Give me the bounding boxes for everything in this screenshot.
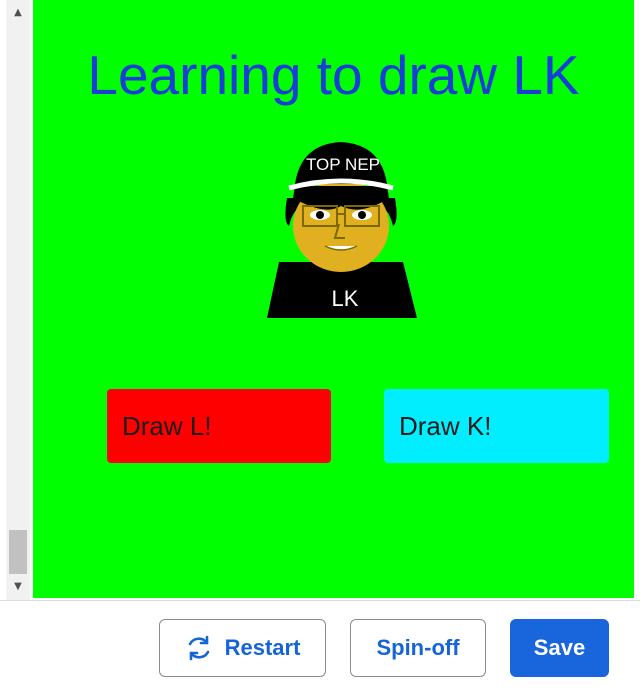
avatar-shirt-text: LK bbox=[332, 286, 359, 311]
draw-k-button[interactable]: Draw K! bbox=[384, 389, 609, 463]
canvas-title: Learning to draw LK bbox=[87, 44, 580, 106]
avatar-hat-text: TOP NEP bbox=[306, 155, 380, 174]
restart-icon bbox=[188, 635, 209, 661]
restart-label: Restart bbox=[224, 635, 301, 660]
scroll-down-arrow-icon[interactable]: ▼ bbox=[6, 574, 30, 598]
spin-off-button[interactable]: Spin-off bbox=[350, 619, 486, 677]
footer-toolbar: Restart Spin-off Save bbox=[0, 600, 640, 695]
program-frame: ▲ ▼ Learning to draw LK LK TOP NEP Draw … bbox=[0, 0, 640, 600]
restart-button[interactable]: Restart bbox=[159, 619, 326, 677]
draw-l-button[interactable]: Draw L! bbox=[107, 389, 331, 463]
save-button[interactable]: Save bbox=[510, 619, 609, 677]
scrollbar-thumb[interactable] bbox=[9, 530, 27, 574]
scroll-up-arrow-icon[interactable]: ▲ bbox=[6, 0, 30, 24]
program-canvas[interactable]: Learning to draw LK LK TOP NEP Draw L! D… bbox=[33, 0, 634, 598]
vertical-scrollbar[interactable]: ▲ ▼ bbox=[6, 0, 30, 600]
avatar-drawing: LK TOP NEP bbox=[267, 142, 417, 318]
